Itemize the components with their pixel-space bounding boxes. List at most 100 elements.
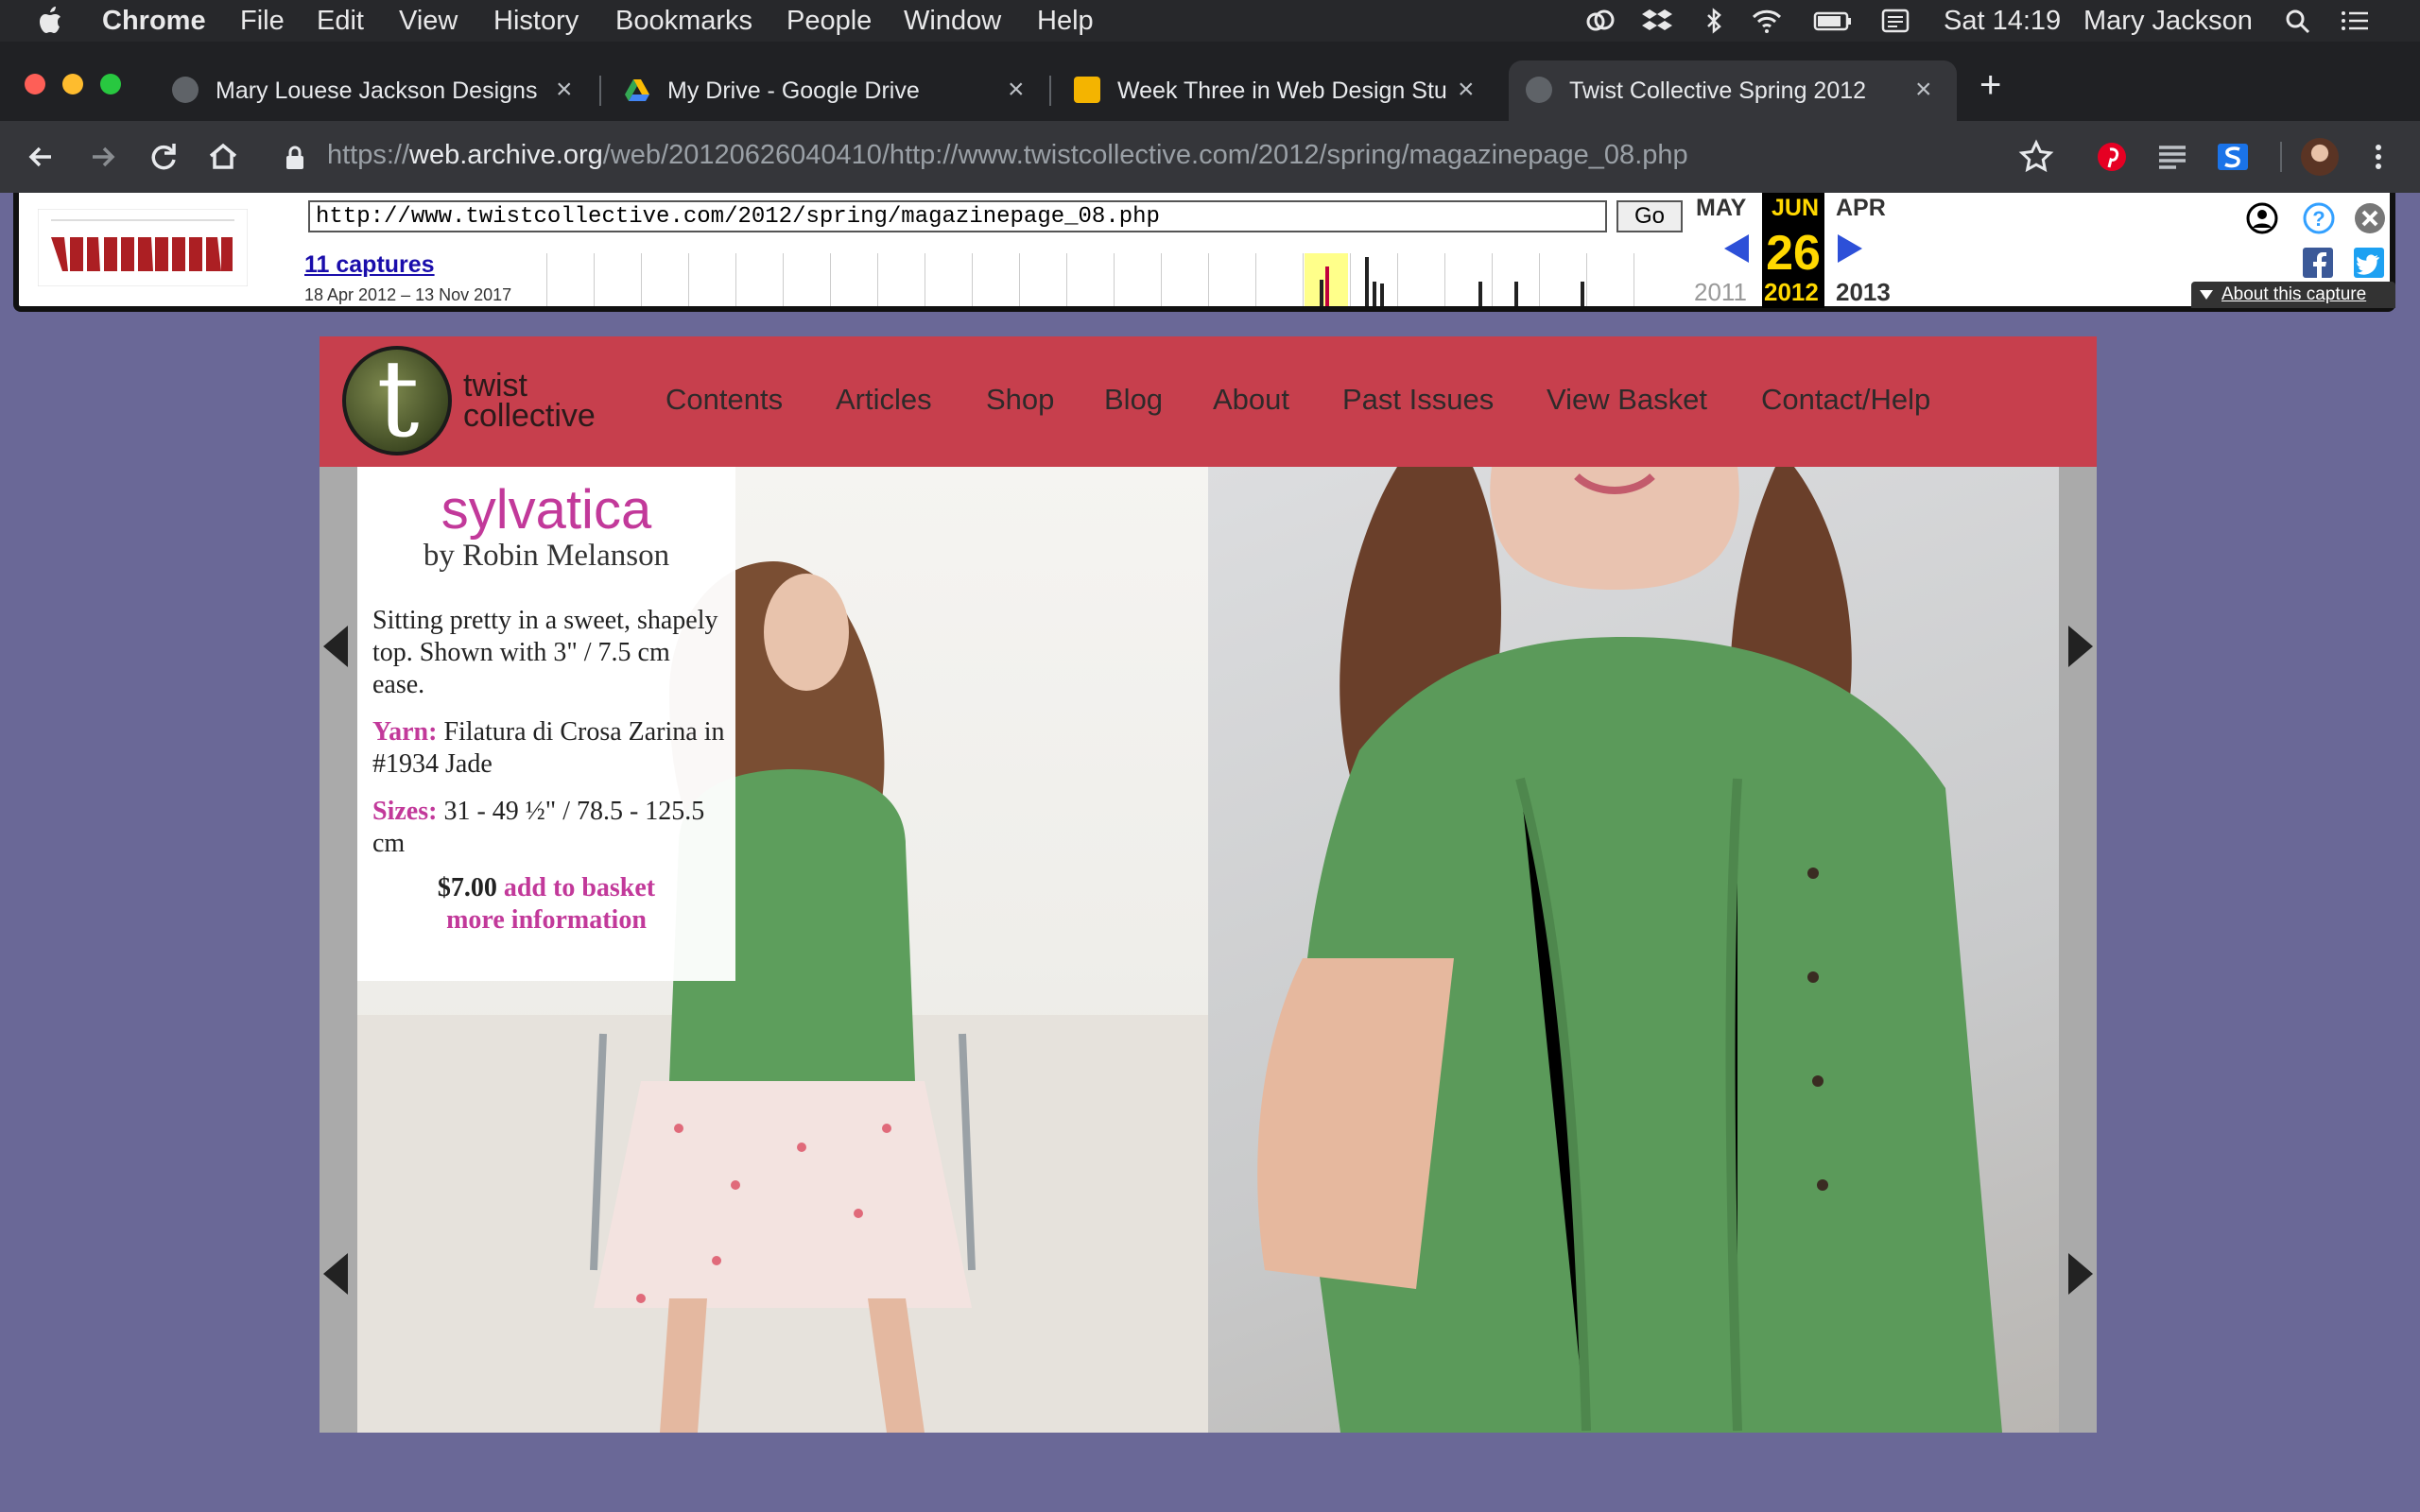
about-capture-tab[interactable]: About this capture [2191,282,2395,308]
sparkline-month [735,253,782,306]
dropbox-icon[interactable] [1641,8,1673,34]
app-menu-chrome[interactable]: Chrome [102,0,206,42]
menubar-user[interactable]: Mary Jackson [2083,0,2253,42]
tab-mary-louese-jackson[interactable]: Mary Louese Jackson Designs × [155,60,594,121]
url-host: web.archive.org [409,140,603,170]
twist-collective-wordmark[interactable]: twist collective [463,368,596,432]
prev-page-arrow-bottom-icon[interactable] [323,1253,348,1295]
new-tab-icon[interactable]: + [1979,64,2001,107]
nav-blog[interactable]: Blog [1104,383,1163,417]
price: $7.00 [437,873,497,902]
pattern-description: Sitting pretty in a sweet, shapely top. … [372,606,718,699]
facebook-icon[interactable] [2303,248,2333,278]
close-wayback-icon[interactable] [2354,202,2386,234]
nav-past-issues[interactable]: Past Issues [1342,383,1494,417]
menu-window[interactable]: Window [904,0,1001,42]
menu-history[interactable]: History [493,0,579,42]
prev-month-label[interactable]: MAY [1696,195,1746,222]
nav-shop[interactable]: Shop [986,383,1054,417]
twitter-icon[interactable] [2354,248,2384,278]
captures-link[interactable]: 11 captures [304,251,435,279]
next-month-label[interactable]: APR [1836,195,1886,222]
sparkline-month [877,253,924,306]
menu-view[interactable]: View [399,0,458,42]
help-icon[interactable]: ? [2303,202,2335,234]
account-icon[interactable] [2246,202,2278,234]
price-line: $7.00 add to basket [357,873,735,903]
address-bar[interactable]: https://web.archive.org/web/201206260404… [327,140,1688,171]
apple-menu-icon[interactable] [36,0,64,42]
nav-view-basket[interactable]: View Basket [1547,383,1707,417]
globe-icon [1526,77,1552,103]
sparkline-month [594,253,640,306]
current-day: 26 [1766,226,1821,281]
next-capture-arrow-icon[interactable] [1836,232,1864,265]
close-tab-icon[interactable]: × [1458,74,1475,106]
forward-icon[interactable] [83,138,121,176]
menu-people[interactable]: People [786,0,872,42]
wayback-machine-logo[interactable] [38,209,248,286]
bluetooth-icon[interactable] [1698,8,1730,34]
creative-cloud-icon[interactable] [1584,8,1616,34]
capture-mark [1365,257,1369,306]
battery-icon[interactable] [1813,8,1853,34]
capture-mark [1373,282,1376,306]
tab-twist-collective[interactable]: Twist Collective Spring 2012 × [1509,60,1957,121]
pinterest-extension-icon[interactable] [2093,138,2131,176]
nav-about[interactable]: About [1213,383,1289,417]
prev-page-arrow-icon[interactable] [323,626,348,667]
capture-sparkline[interactable] [546,253,1683,306]
capture-mark [1320,280,1323,306]
profile-avatar[interactable] [2301,138,2339,176]
keyboard-input-icon[interactable] [1879,8,1911,34]
window-close-button[interactable] [25,74,45,94]
window-minimize-button[interactable] [62,74,83,94]
home-icon[interactable] [204,138,242,176]
logo-line-1: twist [463,368,527,404]
close-tab-icon[interactable]: × [1008,74,1025,106]
spotlight-search-icon[interactable] [2282,8,2314,34]
tab-google-drive[interactable]: My Drive - Google Drive × [607,60,1044,121]
menu-file[interactable]: File [240,0,285,42]
tab-title: Mary Louese Jackson Designs [216,77,538,104]
sparkline-month [1161,253,1207,306]
sparkline-month [1114,253,1160,306]
reader-extension-icon[interactable] [2153,138,2191,176]
tab-week-three-slides[interactable]: Week Three in Web Design Stu × [1057,60,1494,121]
chrome-menu-icon[interactable] [2360,138,2397,176]
sparkline-month [546,253,593,306]
more-information-link[interactable]: more information [357,905,735,936]
nav-articles[interactable]: Articles [836,383,932,417]
next-year-label[interactable]: 2013 [1836,278,1891,307]
capture-mark [1478,282,1482,306]
url-scheme: https:// [327,140,410,170]
s-extension-icon[interactable] [2214,138,2252,176]
prev-year-label[interactable]: 2011 [1694,278,1747,307]
sparkline-month [1586,253,1633,306]
nav-contents[interactable]: Contents [666,383,783,417]
next-page-arrow-icon[interactable] [2068,626,2093,667]
close-tab-icon[interactable]: × [556,74,573,106]
menu-edit[interactable]: Edit [317,0,364,42]
wayback-url-input[interactable]: http://www.twistcollective.com/2012/spri… [308,200,1607,232]
next-page-arrow-bottom-icon[interactable] [2068,1253,2093,1295]
menu-bookmarks[interactable]: Bookmarks [615,0,752,42]
reload-icon[interactable] [144,138,182,176]
bookmark-star-icon[interactable] [2017,138,2055,176]
window-zoom-button[interactable] [100,74,121,94]
add-to-basket-link[interactable]: add to basket [504,873,655,902]
prev-capture-arrow-icon[interactable] [1722,232,1751,265]
wayback-go-button[interactable]: Go [1616,200,1683,232]
lock-icon[interactable] [284,144,306,172]
wifi-icon[interactable] [1751,8,1783,34]
close-tab-icon[interactable]: × [1915,74,1932,106]
menu-help[interactable]: Help [1037,0,1094,42]
back-icon[interactable] [23,138,60,176]
slides-icon [1074,77,1100,103]
url-path: /web/20120626040410/http://www.twistcoll… [602,140,1688,170]
nav-contact-help[interactable]: Contact/Help [1761,383,1930,417]
about-capture-link[interactable]: About this capture [2221,284,2366,305]
notification-center-icon[interactable] [2339,8,2371,34]
pattern-yarn: Yarn: Filatura di Crosa Zarina in #1934 … [372,716,726,781]
menubar-clock[interactable]: Sat 14:19 [1944,0,2061,42]
